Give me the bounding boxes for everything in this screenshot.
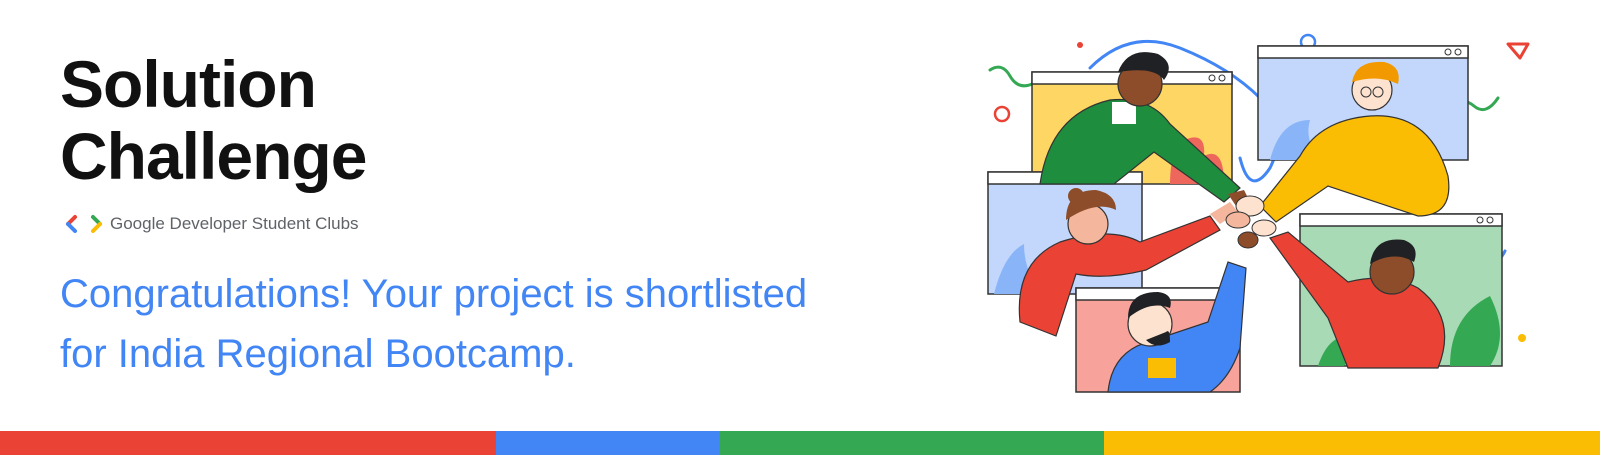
title-line-1: Solution — [60, 47, 317, 121]
message-line-1: Congratulations! Your project is shortli… — [60, 272, 808, 316]
message-line-2: for India Regional Bootcamp. — [60, 332, 576, 376]
gdsc-logo-icon — [66, 215, 102, 233]
color-bar-green — [720, 431, 1104, 455]
color-bar-red — [0, 431, 496, 455]
gdsc-brand: Google Developer Student Clubs — [64, 212, 359, 236]
google-color-bar — [0, 431, 1600, 455]
page-title: Solution Challenge — [60, 47, 367, 193]
team-high-five-illustration — [987, 33, 1530, 393]
color-bar-yellow — [1104, 431, 1600, 455]
title-line-2: Challenge — [60, 119, 367, 193]
congratulations-message: Congratulations! Your project is shortli… — [60, 264, 960, 384]
banner: Solution Challenge Google Developer Stud… — [0, 0, 1600, 455]
color-bar-blue — [496, 431, 720, 455]
brand-name: Google Developer Student Clubs — [110, 214, 359, 233]
